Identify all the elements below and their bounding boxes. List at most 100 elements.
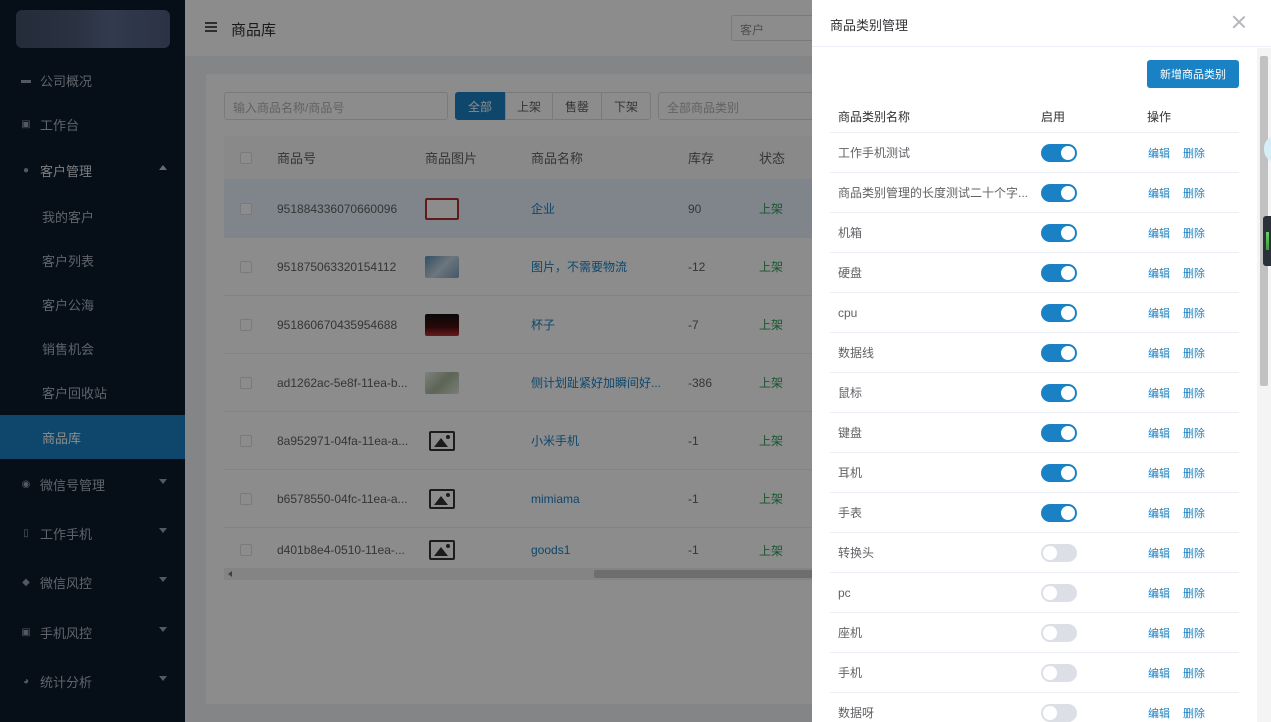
category-row: 耳机 编辑 删除	[830, 453, 1239, 493]
category-management-drawer: 商品类别管理 新增商品类别 商品类别名称 启用 操作 工作手机测试 编辑 删除 商品类…	[812, 0, 1271, 722]
enable-toggle[interactable]	[1041, 183, 1077, 202]
category-row: 硬盘 编辑 删除	[830, 253, 1239, 293]
toggle-knob	[1061, 385, 1075, 400]
toggle-knob	[1043, 705, 1057, 720]
category-name: 键盘	[838, 426, 863, 440]
edit-link[interactable]: 编辑	[1148, 293, 1170, 332]
header-enabled: 启用	[1041, 110, 1066, 124]
category-name: 工作手机测试	[838, 146, 911, 160]
edit-link[interactable]: 编辑	[1148, 413, 1170, 452]
enable-toggle[interactable]	[1041, 583, 1077, 602]
header-actions: 操作	[1147, 110, 1172, 124]
edit-link[interactable]: 编辑	[1148, 613, 1170, 652]
close-icon[interactable]	[1231, 14, 1247, 30]
edit-link[interactable]: 编辑	[1148, 493, 1170, 532]
delete-link[interactable]: 删除	[1183, 373, 1205, 412]
toggle-knob	[1061, 225, 1075, 240]
toggle-knob	[1061, 185, 1075, 200]
edit-link[interactable]: 编辑	[1148, 653, 1170, 692]
delete-link[interactable]: 删除	[1183, 493, 1205, 532]
category-row: 键盘 编辑 删除	[830, 413, 1239, 453]
edit-link[interactable]: 编辑	[1148, 133, 1170, 172]
category-name: 商品类别管理的长度测试二十个字...	[838, 186, 1029, 200]
enable-toggle[interactable]	[1041, 303, 1077, 322]
delete-link[interactable]: 删除	[1183, 533, 1205, 572]
category-name: 耳机	[838, 466, 863, 480]
enable-toggle[interactable]	[1041, 543, 1077, 562]
enable-toggle[interactable]	[1041, 623, 1077, 642]
delete-link[interactable]: 删除	[1183, 413, 1205, 452]
edit-link[interactable]: 编辑	[1148, 573, 1170, 612]
category-name: 机箱	[838, 226, 863, 240]
toggle-knob	[1061, 265, 1075, 280]
category-name: cpu	[838, 305, 858, 320]
edit-link[interactable]: 编辑	[1148, 333, 1170, 372]
category-name: 转换头	[838, 546, 875, 560]
category-row: 机箱 编辑 删除	[830, 213, 1239, 253]
enable-toggle[interactable]	[1041, 263, 1077, 282]
toggle-knob	[1061, 145, 1075, 160]
category-row: 数据线 编辑 删除	[830, 333, 1239, 373]
enable-toggle[interactable]	[1041, 503, 1077, 522]
category-row: 数据呀 编辑 删除	[830, 693, 1239, 722]
edit-link[interactable]: 编辑	[1148, 373, 1170, 412]
header-category-name: 商品类别名称	[838, 110, 911, 124]
category-name: 数据呀	[838, 706, 875, 720]
delete-link[interactable]: 删除	[1183, 653, 1205, 692]
toggle-knob	[1043, 625, 1057, 640]
enable-toggle[interactable]	[1041, 463, 1077, 482]
category-name: pc	[838, 585, 851, 600]
edit-link[interactable]: 编辑	[1148, 453, 1170, 492]
category-table-header: 商品类别名称 启用 操作	[830, 101, 1239, 133]
toggle-knob	[1061, 425, 1075, 440]
edit-link[interactable]: 编辑	[1148, 253, 1170, 292]
divider	[812, 46, 1271, 47]
edit-link[interactable]: 编辑	[1148, 173, 1170, 212]
category-row: 手机 编辑 删除	[830, 653, 1239, 693]
enable-toggle[interactable]	[1041, 703, 1077, 722]
enable-toggle[interactable]	[1041, 423, 1077, 442]
category-name: 数据线	[838, 346, 875, 360]
toggle-knob	[1061, 345, 1075, 360]
category-name: 鼠标	[838, 386, 863, 400]
category-row: 工作手机测试 编辑 删除	[830, 133, 1239, 173]
edit-link[interactable]: 编辑	[1148, 693, 1170, 722]
toggle-knob	[1043, 585, 1057, 600]
drawer-title: 商品类别管理	[830, 18, 909, 33]
delete-link[interactable]: 删除	[1183, 133, 1205, 172]
delete-link[interactable]: 删除	[1183, 453, 1205, 492]
category-name: 座机	[838, 626, 863, 640]
category-row: 转换头 编辑 删除	[830, 533, 1239, 573]
category-name: 硬盘	[838, 266, 863, 280]
toggle-knob	[1043, 665, 1057, 680]
enable-toggle[interactable]	[1041, 383, 1077, 402]
delete-link[interactable]: 删除	[1183, 173, 1205, 212]
category-row: 座机 编辑 删除	[830, 613, 1239, 653]
category-row: cpu 编辑 删除	[830, 293, 1239, 333]
category-row: 手表 编辑 删除	[830, 493, 1239, 533]
add-category-button[interactable]: 新增商品类别	[1147, 60, 1239, 88]
category-name: 手机	[838, 666, 863, 680]
delete-link[interactable]: 删除	[1183, 613, 1205, 652]
enable-toggle[interactable]	[1041, 143, 1077, 162]
enable-toggle[interactable]	[1041, 223, 1077, 242]
toggle-knob	[1061, 505, 1075, 520]
delete-link[interactable]: 删除	[1183, 693, 1205, 722]
category-table: 商品类别名称 启用 操作 工作手机测试 编辑 删除 商品类别管理的长度测试二十个字..…	[830, 101, 1239, 722]
delete-link[interactable]: 删除	[1183, 293, 1205, 332]
category-row: 商品类别管理的长度测试二十个字... 编辑 删除	[830, 173, 1239, 213]
toggle-knob	[1061, 465, 1075, 480]
toggle-knob	[1043, 545, 1057, 560]
delete-link[interactable]: 删除	[1183, 573, 1205, 612]
edit-link[interactable]: 编辑	[1148, 533, 1170, 572]
delete-link[interactable]: 删除	[1183, 213, 1205, 252]
category-name: 手表	[838, 506, 863, 520]
side-panel-handle[interactable]	[1263, 216, 1271, 266]
enable-toggle[interactable]	[1041, 343, 1077, 362]
enable-toggle[interactable]	[1041, 663, 1077, 682]
toggle-knob	[1061, 305, 1075, 320]
delete-link[interactable]: 删除	[1183, 333, 1205, 372]
edit-link[interactable]: 编辑	[1148, 213, 1170, 252]
delete-link[interactable]: 删除	[1183, 253, 1205, 292]
modal-overlay[interactable]	[0, 0, 812, 722]
